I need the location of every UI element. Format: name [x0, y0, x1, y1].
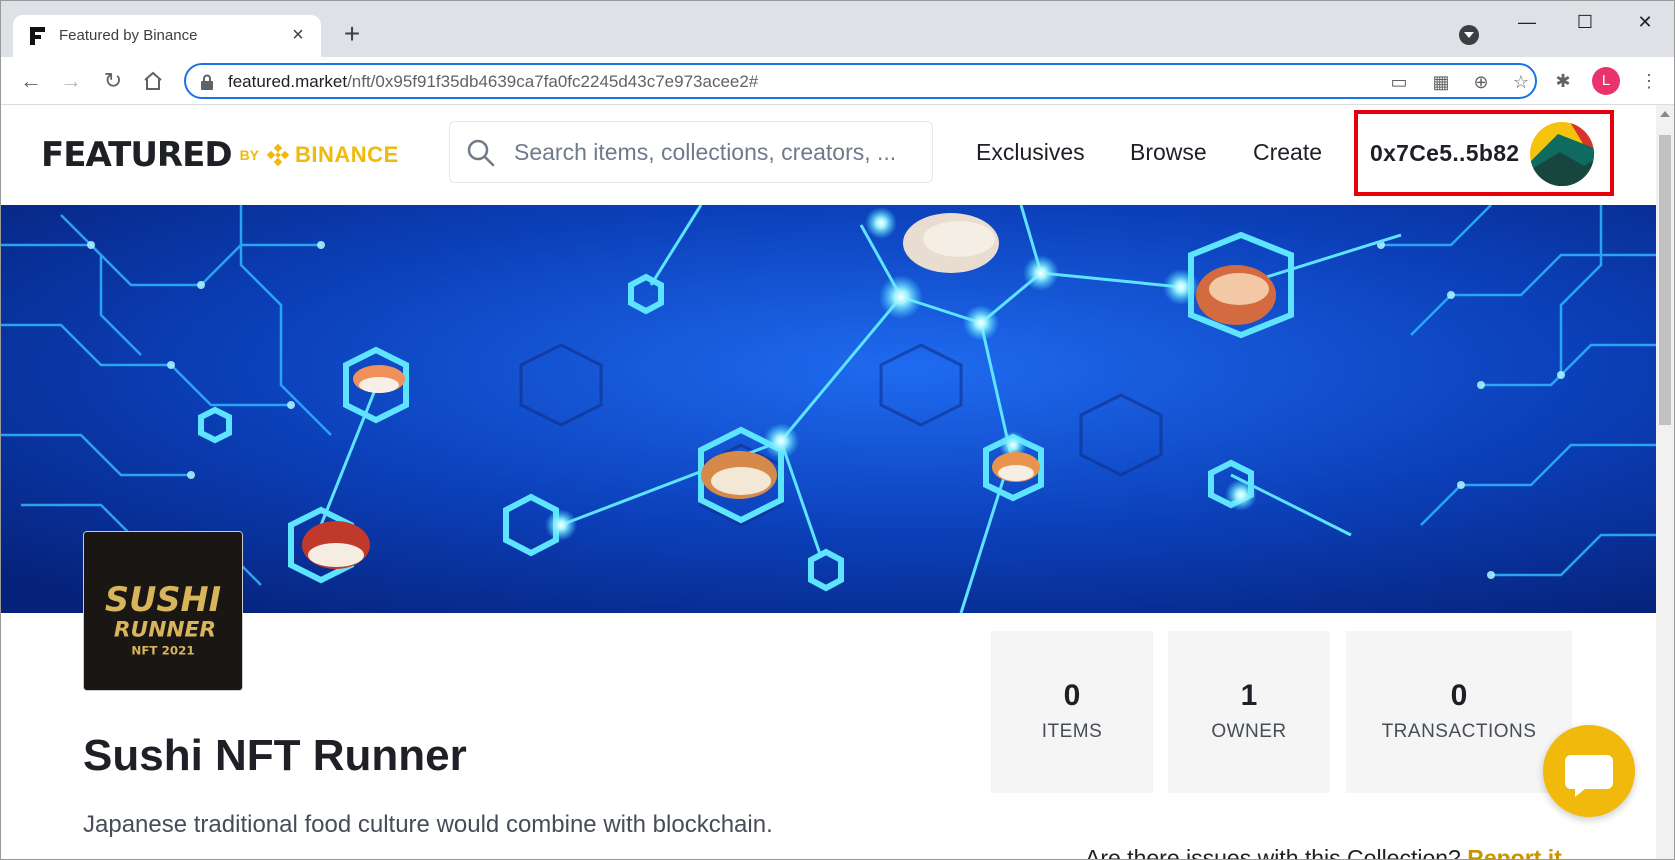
collection-title: Sushi NFT Runner — [83, 731, 467, 780]
stat-items: 0 ITEMS — [991, 631, 1153, 793]
tab-search-icon[interactable] — [1459, 25, 1479, 45]
collection-banner-image — [1, 205, 1657, 613]
home-icon[interactable] — [141, 69, 165, 93]
site-header: FEATURED BY BINANCE Search items, collec… — [1, 105, 1657, 205]
page-scrollbar[interactable] — [1656, 105, 1674, 859]
browser-tab[interactable]: Featured by Binance × — [13, 15, 321, 57]
bookmark-star-icon[interactable]: ☆ — [1510, 71, 1532, 93]
maximize-button[interactable]: ☐ — [1565, 9, 1605, 35]
browser-window: Featured by Binance × + — ☐ ✕ ← → ↻ feat… — [0, 0, 1675, 860]
report-issue-text: Are there issues with this Collection? R… — [1085, 845, 1562, 859]
search-box[interactable] — [449, 121, 933, 183]
new-tab-button[interactable]: + — [339, 20, 365, 48]
menu-dots-icon[interactable]: ⋮ — [1637, 69, 1661, 93]
qr-code-icon[interactable]: ▦ — [1430, 71, 1452, 93]
collection-description: Japanese traditional food culture would … — [83, 811, 773, 838]
extensions-puzzle-icon[interactable]: ✱ — [1551, 69, 1575, 93]
tab-close-icon[interactable]: × — [287, 24, 309, 46]
close-window-button[interactable]: ✕ — [1625, 9, 1665, 35]
svg-text:SUSHI: SUSHI — [105, 580, 221, 619]
featured-logo[interactable]: FEATURED BY BINANCE — [41, 135, 399, 175]
stat-owner: 1 OWNER — [1168, 631, 1330, 793]
zoom-icon[interactable]: ⊕ — [1470, 71, 1492, 93]
wallet-avatar — [1530, 122, 1594, 186]
page-content: FEATURED BY BINANCE Search items, collec… — [1, 105, 1657, 859]
lock-icon — [201, 74, 213, 90]
scrollbar-thumb[interactable] — [1659, 135, 1671, 425]
scroll-up-arrow-icon[interactable] — [1660, 111, 1670, 117]
stat-transactions: 0 TRANSACTIONS — [1346, 631, 1572, 793]
binance-logo-icon — [267, 144, 290, 166]
tab-strip: Featured by Binance × + — ☐ ✕ — [1, 1, 1674, 57]
chat-support-button[interactable] — [1543, 725, 1635, 817]
collection-logo-image: SUSHI RUNNER NFT 2021 — [83, 531, 243, 691]
svg-text:NFT 2021: NFT 2021 — [131, 643, 194, 657]
report-it-link[interactable]: Report it — [1467, 845, 1562, 859]
reload-icon[interactable]: ↻ — [99, 67, 127, 95]
search-input[interactable] — [514, 134, 914, 170]
chat-bubble-icon — [1565, 755, 1613, 797]
featured-favicon-icon — [30, 27, 45, 45]
wallet-address: 0x7Ce5..5b82 — [1370, 140, 1520, 166]
search-icon — [467, 139, 495, 167]
tab-title: Featured by Binance — [59, 27, 198, 44]
nav-browse[interactable]: Browse — [1130, 139, 1207, 166]
profile-avatar[interactable]: L — [1592, 67, 1620, 95]
browser-toolbar: ← → ↻ featured.market/nft/0x95f91f35db46… — [1, 57, 1674, 105]
nav-exclusives[interactable]: Exclusives — [976, 139, 1085, 166]
wallet-account-button[interactable]: 0x7Ce5..5b82 — [1354, 110, 1614, 196]
nav-create[interactable]: Create — [1253, 139, 1322, 166]
address-bar[interactable]: featured.market/nft/0x95f91f35db4639ca7f… — [184, 63, 1537, 99]
minimize-button[interactable]: — — [1507, 9, 1547, 35]
url-text: featured.market/nft/0x95f91f35db4639ca7f… — [228, 72, 759, 91]
svg-text:RUNNER: RUNNER — [114, 618, 216, 643]
forward-arrow-icon[interactable]: → — [57, 67, 85, 95]
cast-icon[interactable]: ▭ — [1388, 71, 1410, 93]
back-arrow-icon[interactable]: ← — [17, 67, 45, 95]
